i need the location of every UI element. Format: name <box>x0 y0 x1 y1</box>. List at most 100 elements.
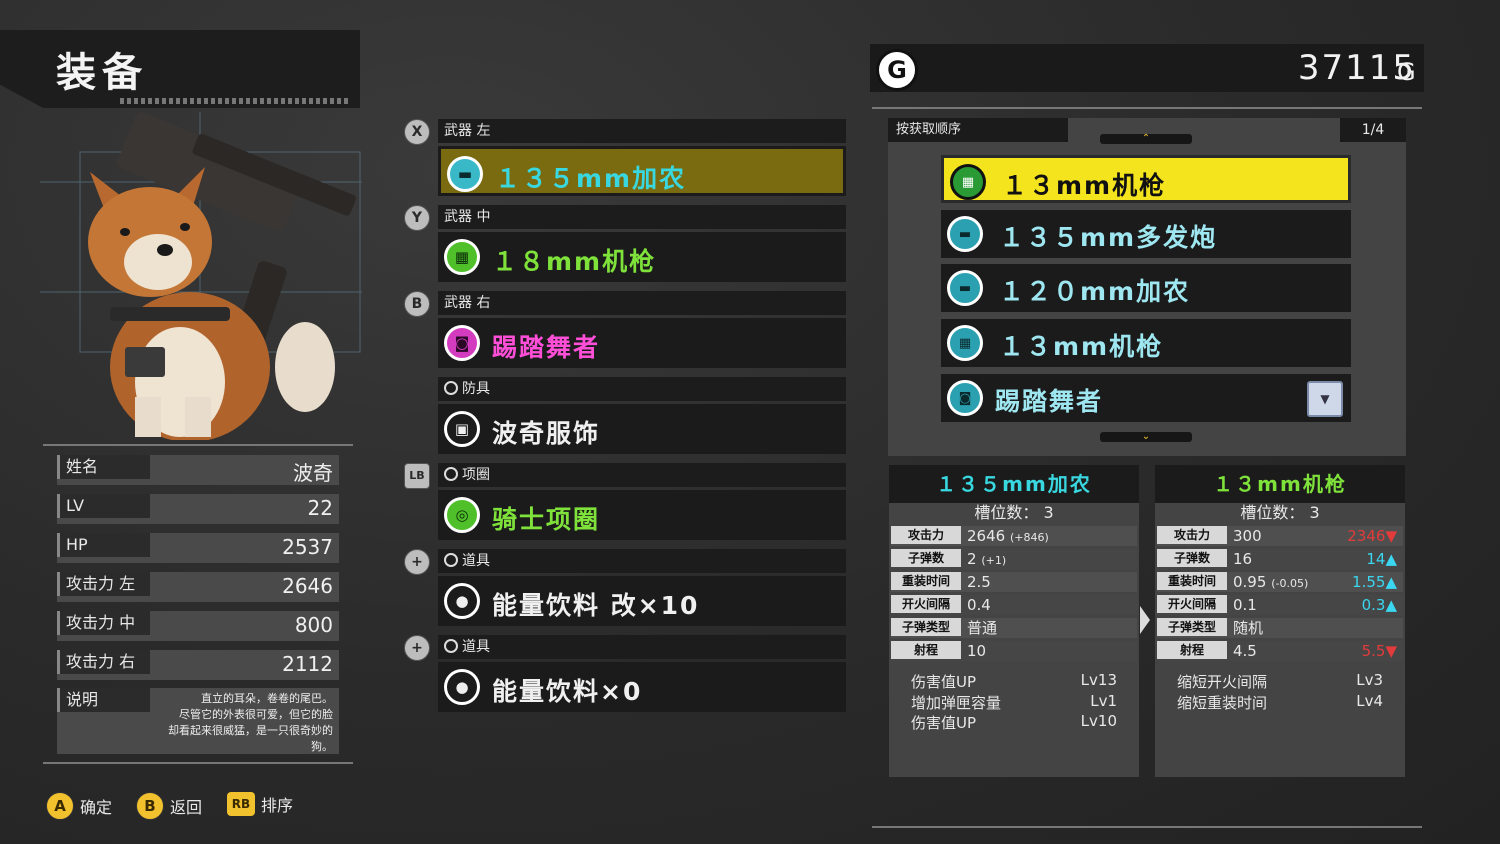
stat-label: 子弹数 <box>891 549 961 567</box>
stat-name: 姓名 波奇 <box>57 455 339 485</box>
stat-value: 0.4 <box>967 596 991 614</box>
skill-name: 增加弹匣容量 <box>911 694 1002 712</box>
collar-icon: ◎ <box>444 497 480 533</box>
list-item-name: １３mm机枪 <box>999 332 1164 361</box>
slot-header-text: 项圈 <box>462 467 490 483</box>
stat-label: HP <box>57 533 150 557</box>
stat-label: 射程 <box>1157 641 1227 659</box>
skill-level: Lv1 <box>1090 692 1117 710</box>
slot-header-weapon-middle: 武器 中 <box>438 205 846 229</box>
dpad-icon: + <box>404 549 430 575</box>
list-item[interactable]: ▬ １２０mm加农 <box>941 264 1351 312</box>
slot-header-weapon-right: 武器 右 <box>438 291 846 315</box>
stat-row-ammo-type: 子弹类型 随机 <box>1157 618 1403 638</box>
item-small-icon <box>444 639 458 653</box>
skill-row: 增加弹匣容量 Lv1 <box>911 692 1117 713</box>
compare-current: １３５mm加农 槽位数： 3 攻击力 2646 (+846) 子弹数 2 (+1) … <box>889 465 1139 777</box>
compare-candidate-name: １３mm机枪 <box>1155 465 1405 503</box>
machine-gun-icon: ▦ <box>947 325 983 361</box>
b-button-icon: B <box>404 291 430 317</box>
title-stripe <box>120 98 350 104</box>
slot-weapon-left[interactable]: ▬ １３５mm加农 <box>438 146 846 196</box>
slot-item-1[interactable]: ● 能量饮料 改×10 <box>438 576 846 626</box>
item-small-icon <box>444 553 458 567</box>
stat-label: 子弹类型 <box>891 618 961 636</box>
list-item[interactable]: ▦ １３mm机枪 <box>941 155 1351 203</box>
stat-label: 攻击力 中 <box>57 611 150 635</box>
stat-attack-left: 攻击力 左 2646 <box>57 572 339 602</box>
description-line: 狗。 <box>311 740 333 753</box>
x-button-icon: X <box>404 119 430 145</box>
skill-row: 伤害值UP Lv13 <box>911 671 1117 692</box>
list-item-name: １２０mm加农 <box>999 277 1191 306</box>
list-item[interactable]: ▬ １３５mm多发炮 <box>941 210 1351 258</box>
slot-item-2[interactable]: ● 能量饮料×0 <box>438 662 846 712</box>
rb-button-icon: RB <box>227 792 255 816</box>
lb-button-icon: LB <box>404 463 430 489</box>
slot-weapon-middle[interactable]: ▦ １８mm机枪 <box>438 232 846 282</box>
dancer-icon: ◙ <box>947 380 983 416</box>
stat-value: 2 (+1) <box>967 550 1007 568</box>
back-label: 返回 <box>170 798 203 817</box>
stat-diff-up: 1.55▲ <box>1352 573 1397 591</box>
slot-item-name: 能量饮料 改×10 <box>492 591 700 620</box>
stat-value: 2646 <box>282 574 333 598</box>
description-text: 直立的耳朵，卷卷的尾巴。 尽管它的外表很可爱，但它的脸 却看起来很威猛，是一只很… <box>133 691 333 755</box>
back-button[interactable]: B 返回 <box>136 792 202 820</box>
skill-level: Lv13 <box>1080 671 1117 689</box>
stat-row-fire-interval: 开火间隔 0.4 <box>891 595 1137 615</box>
dog-badge-icon: ▼ <box>1307 381 1343 417</box>
stat-value: 2537 <box>282 535 333 559</box>
cannon-icon: ▬ <box>447 156 483 192</box>
compare-candidate-slots: 槽位数： 3 <box>1240 503 1320 522</box>
slot-item-name: １８mm机枪 <box>492 247 657 276</box>
b-button-icon: B <box>136 792 164 820</box>
slot-collar[interactable]: ◎ 骑士项圈 <box>438 490 846 540</box>
sort-button[interactable]: RB 排序 <box>227 792 293 816</box>
description-line: 直立的耳朵，卷卷的尾巴。 <box>201 692 333 705</box>
stat-value: 0.1 <box>1233 596 1257 614</box>
slot-weapon-right[interactable]: ◙ 踢踏舞者 <box>438 318 846 368</box>
skill-level: Lv3 <box>1356 671 1383 689</box>
portrait-divider <box>43 444 353 446</box>
stat-value: 300 <box>1233 527 1262 545</box>
stat-diff-down: 2346▼ <box>1347 527 1397 545</box>
list-item[interactable]: ▦ １３mm机枪 <box>941 319 1351 367</box>
collar-small-icon <box>444 467 458 481</box>
slot-header-text: 防具 <box>462 381 490 397</box>
y-button-icon: Y <box>404 205 430 231</box>
stat-attack-right: 攻击力 右 2112 <box>57 650 339 680</box>
machine-gun-icon: ▦ <box>444 239 480 275</box>
compare-arrow-icon <box>1140 606 1150 634</box>
gold-divider <box>872 107 1422 109</box>
a-button-icon: A <box>46 792 74 820</box>
stat-value: 0.95 (-0.05) <box>1233 573 1309 591</box>
compare-current-slots: 槽位数： 3 <box>974 503 1054 522</box>
stat-row-attack: 攻击力 2646 (+846) <box>891 526 1137 546</box>
slot-item-name: １３５mm加农 <box>495 164 687 193</box>
slot-header-item-1: 道具 <box>438 549 846 573</box>
stat-row-ammo-type: 子弹类型 普通 <box>891 618 1137 638</box>
bottom-divider <box>872 826 1422 828</box>
list-item[interactable]: ◙ 踢踏舞者 ▼ <box>941 374 1351 422</box>
slot-header-armor: 防具 <box>438 377 846 401</box>
list-item-name: １３５mm多发炮 <box>999 223 1218 252</box>
stat-row-fire-interval: 开火间隔 0.1 0.3▲ <box>1157 595 1403 615</box>
stat-label: 子弹类型 <box>1157 618 1227 636</box>
slot-armor[interactable]: ▣ 波奇服饰 <box>438 404 846 454</box>
slot-header-item-2: 道具 <box>438 635 846 659</box>
description-line: 却看起来很威猛，是一只很奇妙的 <box>168 724 333 737</box>
stat-value: 10 <box>967 642 987 660</box>
sort-order-label: 按获取顺序 <box>888 118 1068 142</box>
page-title: 装备 <box>56 50 148 96</box>
description-row: 说明 直立的耳朵，卷卷的尾巴。 尽管它的外表很可爱，但它的脸 却看起来很威猛，是… <box>57 688 339 754</box>
scroll-down-icon[interactable]: ⌄ <box>1100 432 1192 442</box>
slot-header-text: 道具 <box>462 553 490 569</box>
stat-diff-down: 5.5▼ <box>1361 642 1397 660</box>
slot-header-weapon-left: 武器 左 <box>438 119 846 143</box>
stat-value: 普通 <box>967 619 998 637</box>
stat-row-ammo: 子弹数 16 14▲ <box>1157 549 1403 569</box>
scroll-up-icon[interactable]: ⌃ <box>1100 134 1192 144</box>
confirm-label: 确定 <box>80 798 113 817</box>
confirm-button[interactable]: A 确定 <box>46 792 112 820</box>
